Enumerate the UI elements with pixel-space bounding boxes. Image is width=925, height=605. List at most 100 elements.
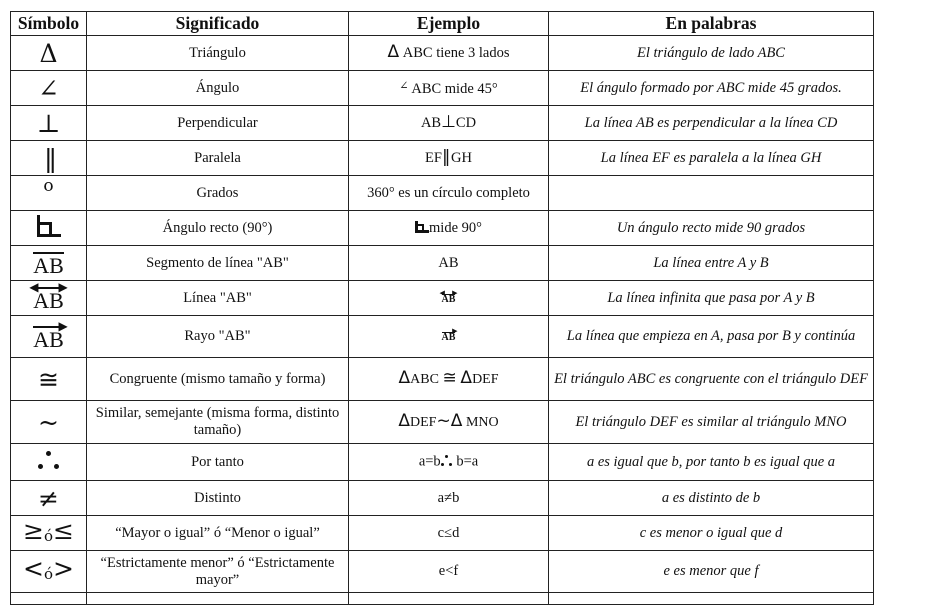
- header-row: Símbolo Significado Ejemplo En palabras: [10, 11, 874, 36]
- right-angle-symbol: [10, 210, 87, 246]
- words-cell: a es igual que b, por tanto b es igual q…: [548, 443, 874, 481]
- arrow-right-icon: ▶: [452, 327, 458, 335]
- meaning-cell: Paralela: [86, 140, 349, 176]
- example-cell: ΔDEF~Δ MNO: [348, 400, 549, 444]
- arrow-right-icon: ▶: [58, 318, 68, 333]
- therefore-icon: [440, 453, 453, 471]
- table-row: ∠ Ángulo ∠ ABC mide 45° El ángulo formad…: [10, 70, 874, 106]
- example-cell: c≤d: [348, 515, 549, 551]
- triangle-icon: Δ: [450, 411, 463, 431]
- table-row: AB Segmento de línea "AB" AB La línea en…: [10, 245, 874, 281]
- example-cell: mide 90°: [348, 210, 549, 246]
- empty-cell: [10, 592, 87, 605]
- similar-symbol: ~: [10, 400, 87, 444]
- degree-symbol: o: [10, 175, 87, 211]
- words-cell: El triángulo de lado ABC: [548, 35, 874, 71]
- line-symbol: ◀ ▶ AB: [10, 280, 87, 316]
- therefore-symbol: [10, 443, 87, 481]
- parallel-symbol: ||: [10, 140, 87, 176]
- meaning-cell: Similar, semejante (misma forma, distint…: [86, 400, 349, 444]
- meaning-cell: Segmento de línea "AB": [86, 245, 349, 281]
- table-row: || Paralela EF|| GH La línea EF es paral…: [10, 140, 874, 176]
- triangle-icon: Δ: [387, 42, 400, 62]
- meaning-cell: Distinto: [86, 480, 349, 516]
- table-row: ~ Similar, semejante (misma forma, disti…: [10, 400, 874, 444]
- meaning-cell: “Estrictamente menor” ó “Estrictamente m…: [86, 550, 349, 593]
- perpendicular-symbol: ⊥: [10, 105, 87, 141]
- meaning-cell: “Mayor o igual” ó “Menor o igual”: [86, 515, 349, 551]
- example-text: ABC tiene 3 lados: [402, 45, 510, 61]
- words-cell: La línea AB es perpendicular a la línea …: [548, 105, 874, 141]
- arrow-left-icon: ◀: [29, 280, 39, 294]
- example-cell: EF|| GH: [348, 140, 549, 176]
- strict-inequality-symbol: <ó>: [10, 550, 87, 593]
- words-cell: La línea que empieza en A, pasa por B y …: [548, 315, 874, 358]
- parallel-icon: ||: [441, 147, 451, 167]
- arrow-right-icon: ▶: [58, 280, 68, 294]
- example-text: DEF: [472, 372, 499, 387]
- meaning-cell: Triángulo: [86, 35, 349, 71]
- example-text: EF: [425, 150, 442, 166]
- example-cell: ▶ AB: [348, 315, 549, 358]
- geometry-symbols-table: Símbolo Significado Ejemplo En palabras …: [10, 11, 874, 605]
- table-row: <ó> “Estrictamente menor” ó “Estrictamen…: [10, 550, 874, 593]
- example-cell: a=b b=a: [348, 443, 549, 481]
- header-example: Ejemplo: [348, 11, 549, 36]
- words-cell: a es distinto de b: [548, 480, 874, 516]
- meaning-cell: Línea "AB": [86, 280, 349, 316]
- example-text: AB: [420, 115, 442, 131]
- table-row: Por tanto a=b b=a a es igual que b, por …: [10, 443, 874, 481]
- example-cell: 360° es un círculo completo: [348, 175, 549, 211]
- or-label: ó: [43, 565, 54, 583]
- words-cell: [548, 175, 874, 211]
- empty-cell: [86, 592, 349, 605]
- header-meaning: Significado: [86, 11, 349, 36]
- triangle-icon: Δ: [398, 411, 410, 431]
- example-cell: ΔABC ≅ ΔDEF: [348, 357, 549, 401]
- words-cell: El triángulo DEF es similar al triángulo…: [548, 400, 874, 444]
- triangle-icon: Δ: [460, 368, 473, 388]
- angle-symbol: ∠: [10, 70, 87, 106]
- segment-symbol: AB: [10, 245, 87, 281]
- meaning-cell: Por tanto: [86, 443, 349, 481]
- right-angle-icon: [36, 215, 61, 237]
- table-row: o Grados 360° es un círculo completo: [10, 175, 874, 211]
- words-cell: El ángulo formado por ABC mide 45 grados…: [548, 70, 874, 106]
- words-cell: La línea entre A y B: [548, 245, 874, 281]
- words-cell: e es menor que f: [548, 550, 874, 593]
- empty-cell: [348, 592, 549, 605]
- example-text: CD: [455, 115, 477, 131]
- table-row: ≠ Distinto a≠b a es distinto de b: [10, 480, 874, 516]
- example-cell: ∠ ABC mide 45°: [348, 70, 549, 106]
- ray-symbol: ▶ AB: [10, 315, 87, 358]
- header-symbol: Símbolo: [10, 11, 87, 36]
- table-row: [10, 592, 874, 605]
- words-cell: c es menor o igual que d: [548, 515, 874, 551]
- meaning-cell: Ángulo recto (90°): [86, 210, 349, 246]
- greater-than-icon: >: [53, 554, 74, 583]
- table-row: ▶ AB Rayo "AB" ▶ AB La línea que empieza e…: [10, 315, 874, 358]
- greater-equal-icon: ≥: [23, 515, 44, 545]
- inequality-symbol: ≥ó≤: [10, 515, 87, 551]
- angle-icon: ∠: [399, 80, 409, 92]
- meaning-cell: Congruente (mismo tamaño y forma): [86, 357, 349, 401]
- example-cell: AB: [348, 245, 549, 281]
- words-cell: La línea EF es paralela a la línea GH: [548, 140, 874, 176]
- example-cell: Δ ABC tiene 3 lados: [348, 35, 549, 71]
- example-text: ABC: [410, 372, 439, 387]
- header-in-words: En palabras: [548, 11, 874, 36]
- congruent-symbol: ≅: [10, 357, 87, 401]
- segment-label: AB: [33, 253, 64, 278]
- example-cell: ◀ ▶ AB: [348, 280, 549, 316]
- example-text: b=a: [456, 453, 479, 470]
- table-row: ≅ Congruente (mismo tamaño y forma) Δ ABC…: [10, 357, 874, 401]
- example-cell: AB⊥CD: [348, 105, 549, 141]
- congruent-icon: ≅: [442, 368, 457, 388]
- example-text: GH: [451, 150, 472, 166]
- example-cell: e<f: [348, 550, 549, 593]
- example-text: MNO: [465, 415, 499, 430]
- example-text: mide 90°: [429, 219, 482, 236]
- degree-icon: o: [43, 176, 54, 196]
- meaning-cell: Ángulo: [86, 70, 349, 106]
- less-than-icon: <: [23, 554, 44, 583]
